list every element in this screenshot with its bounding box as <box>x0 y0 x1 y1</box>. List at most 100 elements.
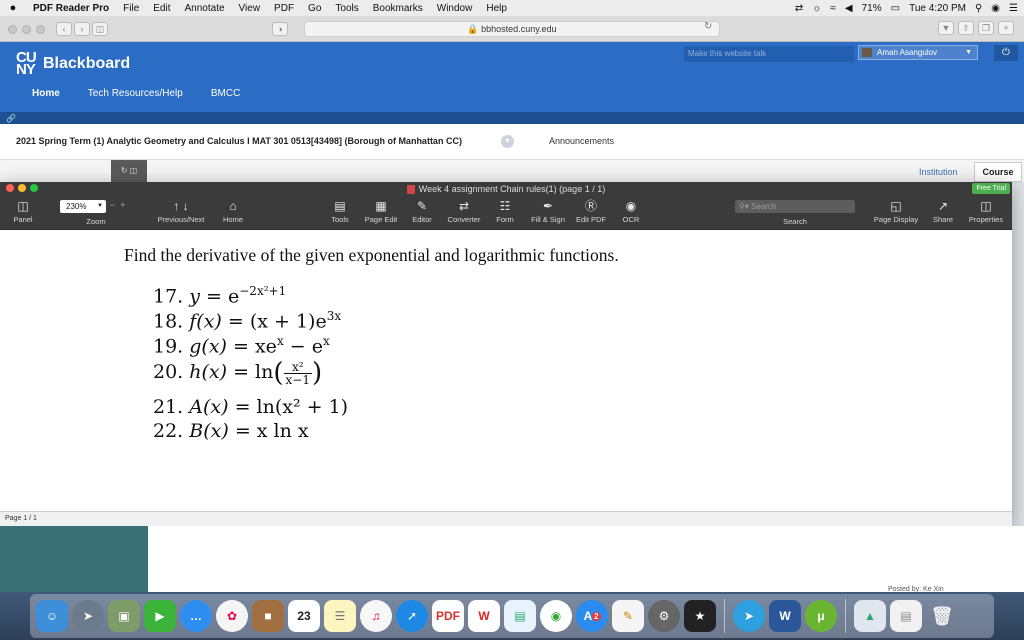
page-display-button[interactable]: ◱ Page Display <box>868 198 924 226</box>
properties-button[interactable]: ◫ Properties <box>964 198 1008 226</box>
zoom-button[interactable] <box>30 184 38 192</box>
course-tab[interactable]: Course <box>974 162 1022 182</box>
course-title[interactable]: 2021 Spring Term (1) Analytic Geometry a… <box>16 136 462 146</box>
fill-sign-button[interactable]: ✒ Fill & Sign <box>526 198 570 226</box>
contacts-icon[interactable]: ■ <box>252 600 284 632</box>
battery-percent[interactable]: 71% <box>862 3 882 14</box>
announcements-link[interactable]: Announcements <box>549 136 614 146</box>
close-button[interactable] <box>8 25 17 34</box>
address-bar[interactable]: 🔒 bbhosted.cuny.edu <box>304 21 720 37</box>
tabs-icon[interactable]: ❐ <box>978 21 994 35</box>
chevron-down-icon[interactable]: ▼ <box>501 135 514 148</box>
notification-center-icon[interactable]: ☰ <box>1009 3 1018 14</box>
menu-bookmarks[interactable]: Bookmarks <box>366 3 430 14</box>
minimize-button[interactable] <box>22 25 31 34</box>
volume-icon[interactable]: ◀ <box>845 3 853 14</box>
new-tab-icon[interactable]: + <box>998 21 1014 35</box>
menu-pdf[interactable]: PDF <box>267 3 301 14</box>
user-menu[interactable]: Aman Asangulov ▼ <box>858 45 978 60</box>
zoom-button[interactable] <box>36 25 45 34</box>
launchpad-icon[interactable]: ➤ <box>72 600 104 632</box>
sync-icon[interactable]: ⇄ <box>795 3 803 14</box>
menu-tools[interactable]: Tools <box>328 3 365 14</box>
utorrent-icon[interactable]: μ <box>805 600 837 632</box>
accessibility-notice[interactable]: Make this website talk <box>684 46 854 62</box>
siri-icon[interactable]: ◉ <box>991 3 1000 14</box>
menu-app-name[interactable]: PDF Reader Pro <box>26 3 116 14</box>
pdf-reader-icon[interactable]: PDF <box>432 600 464 632</box>
photos-icon[interactable]: ✿ <box>216 600 248 632</box>
link-icon[interactable]: 🔗 <box>0 114 16 123</box>
close-button[interactable] <box>6 184 14 192</box>
form-button[interactable]: ☷ Form <box>490 198 520 226</box>
tab-bmcc[interactable]: BMCC <box>197 86 254 102</box>
menu-go[interactable]: Go <box>301 3 328 14</box>
menu-help[interactable]: Help <box>479 3 514 14</box>
imovie-icon[interactable]: ★ <box>684 600 716 632</box>
dock-separator <box>845 599 846 633</box>
top-tabs: Home Tech Resources/Help BMCC <box>0 86 254 102</box>
share-icon[interactable]: ⇧ <box>958 21 974 35</box>
reload-icon[interactable]: ↻ <box>704 21 712 32</box>
ocr-button[interactable]: ◉ OCR <box>616 198 646 226</box>
downloads-stack-icon[interactable]: ▲ <box>854 600 886 632</box>
blackboard-logo[interactable]: CU NY Blackboard <box>16 50 130 77</box>
minimize-button[interactable] <box>18 184 26 192</box>
chrome-icon[interactable]: ◉ <box>540 600 572 632</box>
preview-icon[interactable]: ▣ <box>108 600 140 632</box>
apple-menu-icon[interactable]: ● <box>0 2 26 14</box>
institution-tab[interactable]: Institution <box>919 167 958 177</box>
accessibility-icon[interactable]: ☼ <box>812 3 821 14</box>
forward-icon[interactable]: › <box>74 22 90 36</box>
menu-file[interactable]: File <box>116 3 146 14</box>
trash-icon[interactable]: 🗑 <box>926 600 958 632</box>
free-trial-badge[interactable]: Free Trial <box>972 183 1010 194</box>
safari-icon[interactable]: ➚ <box>396 600 428 632</box>
menu-window[interactable]: Window <box>430 3 480 14</box>
panel-button[interactable]: ◫ Panel <box>6 198 40 226</box>
dock-shelf: ☺ ➤ ▣ ▶ … ✿ ■ 23 ☰ ♫ ➚ PDF W ▤ ◉ A2 ✎ ⚙ … <box>30 594 994 638</box>
music-icon[interactable]: ♫ <box>360 600 392 632</box>
clock[interactable]: Tue 4:20 PM <box>909 3 966 14</box>
tools-button[interactable]: ▤ Tools <box>326 198 354 226</box>
calendar-icon[interactable]: 23 <box>288 600 320 632</box>
converter-button[interactable]: ⇄ Converter <box>442 198 486 226</box>
menu-annotate[interactable]: Annotate <box>178 3 232 14</box>
logout-icon[interactable]: ⏻ <box>994 45 1018 61</box>
left-sidebar-bg <box>0 526 148 592</box>
messages-icon[interactable]: … <box>180 600 212 632</box>
back-icon[interactable]: ‹ <box>56 22 72 36</box>
menu-view[interactable]: View <box>232 3 268 14</box>
app-store-icon[interactable]: A2 <box>576 600 608 632</box>
wps-icon[interactable]: W <box>468 600 500 632</box>
privacy-icon[interactable]: ◑ <box>272 22 288 36</box>
documents-stack-icon[interactable]: ▤ <box>890 600 922 632</box>
tab-home[interactable]: Home <box>18 86 74 102</box>
pencil-icon[interactable]: ✎ <box>612 600 644 632</box>
page-edit-button[interactable]: ▦ Page Edit <box>360 198 402 226</box>
search-input[interactable]: ⚲▾ Search <box>735 200 855 213</box>
zoom-select[interactable]: 230% ▼ <box>60 200 106 213</box>
panel-icon: ◫ <box>17 199 29 213</box>
menu-edit[interactable]: Edit <box>146 3 177 14</box>
facetime-icon[interactable]: ▶ <box>144 600 176 632</box>
download-icon[interactable]: ▼ <box>938 21 954 35</box>
sidebar-icon[interactable]: ◫ <box>92 22 108 36</box>
editor-button[interactable]: ✎ Editor <box>406 198 438 226</box>
share-button[interactable]: ↗ Share <box>928 198 958 226</box>
spotlight-icon[interactable]: ⚲ <box>975 3 982 14</box>
classroom-icon[interactable]: ▤ <box>504 600 536 632</box>
battery-icon[interactable]: ▭ <box>891 3 900 14</box>
previous-next-button[interactable]: ↑ ↓ Previous/Next <box>152 198 210 226</box>
menu-toggle[interactable]: ↻ ◫ <box>111 160 147 182</box>
home-button[interactable]: ⌂ Home <box>218 198 248 226</box>
word-icon[interactable]: W <box>769 600 801 632</box>
edit-pdf-button[interactable]: Ⓡ Edit PDF <box>572 198 610 226</box>
tab-tech-resources[interactable]: Tech Resources/Help <box>74 86 197 102</box>
zoom-stepper[interactable]: − + <box>110 200 126 210</box>
notes-icon[interactable]: ☰ <box>324 600 356 632</box>
finder-icon[interactable]: ☺ <box>36 600 68 632</box>
wifi-icon[interactable]: ≈ <box>830 3 836 14</box>
telegram-icon[interactable]: ➤ <box>733 600 765 632</box>
system-preferences-icon[interactable]: ⚙ <box>648 600 680 632</box>
